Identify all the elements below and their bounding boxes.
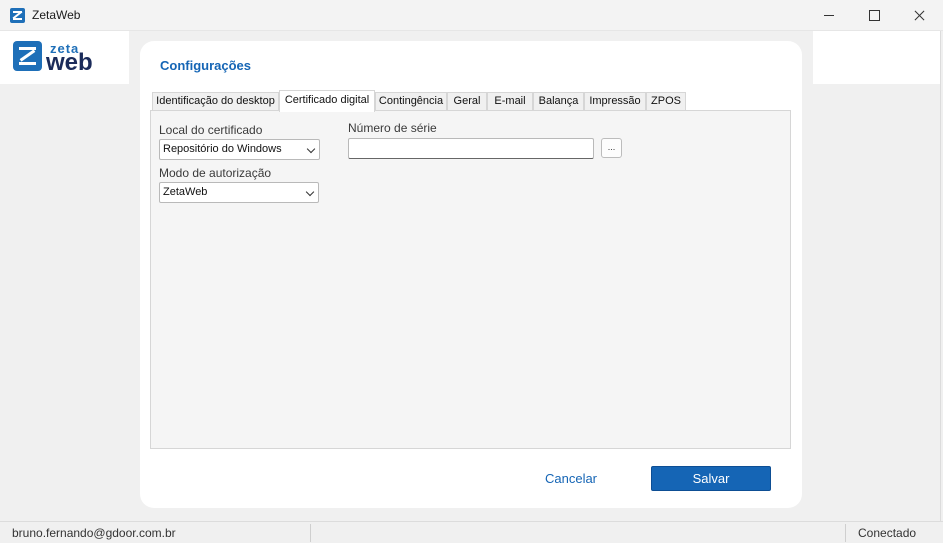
tab-impressao[interactable]: Impressão [584, 92, 646, 111]
save-button[interactable]: Salvar [651, 466, 771, 491]
status-bar: bruno.fernando@gdoor.com.br Conectado [0, 521, 943, 543]
status-connection: Conectado [858, 526, 917, 540]
minimize-icon[interactable] [806, 0, 852, 31]
tab-certificado-digital[interactable]: Certificado digital [279, 90, 375, 112]
tab-geral[interactable]: Geral [447, 92, 487, 111]
tab-zpos[interactable]: ZPOS [646, 92, 686, 111]
chevron-down-icon [306, 144, 316, 154]
logo-text-web: web [46, 49, 93, 76]
window-title: ZetaWeb [32, 8, 81, 22]
browse-certificate-button[interactable]: ... [601, 138, 622, 158]
app-icon [10, 8, 25, 23]
numero-serie-label: Número de série [348, 121, 437, 135]
numero-serie-input[interactable] [348, 138, 594, 159]
local-certificado-label: Local do certificado [159, 123, 263, 137]
status-divider [310, 524, 311, 542]
header-right-panel [813, 31, 940, 84]
zeta-logo-icon [13, 41, 42, 71]
maximize-icon[interactable] [851, 0, 897, 31]
tab-panel-certificado [150, 110, 791, 449]
close-icon[interactable] [896, 0, 942, 31]
logo: zeta web [0, 31, 129, 84]
tab-balanca[interactable]: Balança [533, 92, 584, 111]
tab-email[interactable]: E-mail [487, 92, 533, 111]
modo-autorizacao-select[interactable]: ZetaWeb [159, 182, 319, 203]
page-title: Configurações [160, 58, 252, 73]
cancel-button[interactable]: Cancelar [530, 468, 612, 490]
title-bar: ZetaWeb [0, 0, 943, 31]
tab-identificacao-desktop[interactable]: Identificação do desktop [152, 92, 279, 111]
status-divider [845, 524, 846, 542]
tab-contingencia[interactable]: Contingência [375, 92, 447, 111]
status-user-email: bruno.fernando@gdoor.com.br [12, 526, 176, 540]
modo-autorizacao-value: ZetaWeb [163, 186, 208, 198]
local-certificado-select[interactable]: Repositório do Windows [159, 139, 320, 160]
chevron-down-icon [305, 187, 315, 197]
local-certificado-value: Repositório do Windows [163, 143, 282, 155]
modo-autorizacao-label: Modo de autorização [159, 166, 272, 180]
